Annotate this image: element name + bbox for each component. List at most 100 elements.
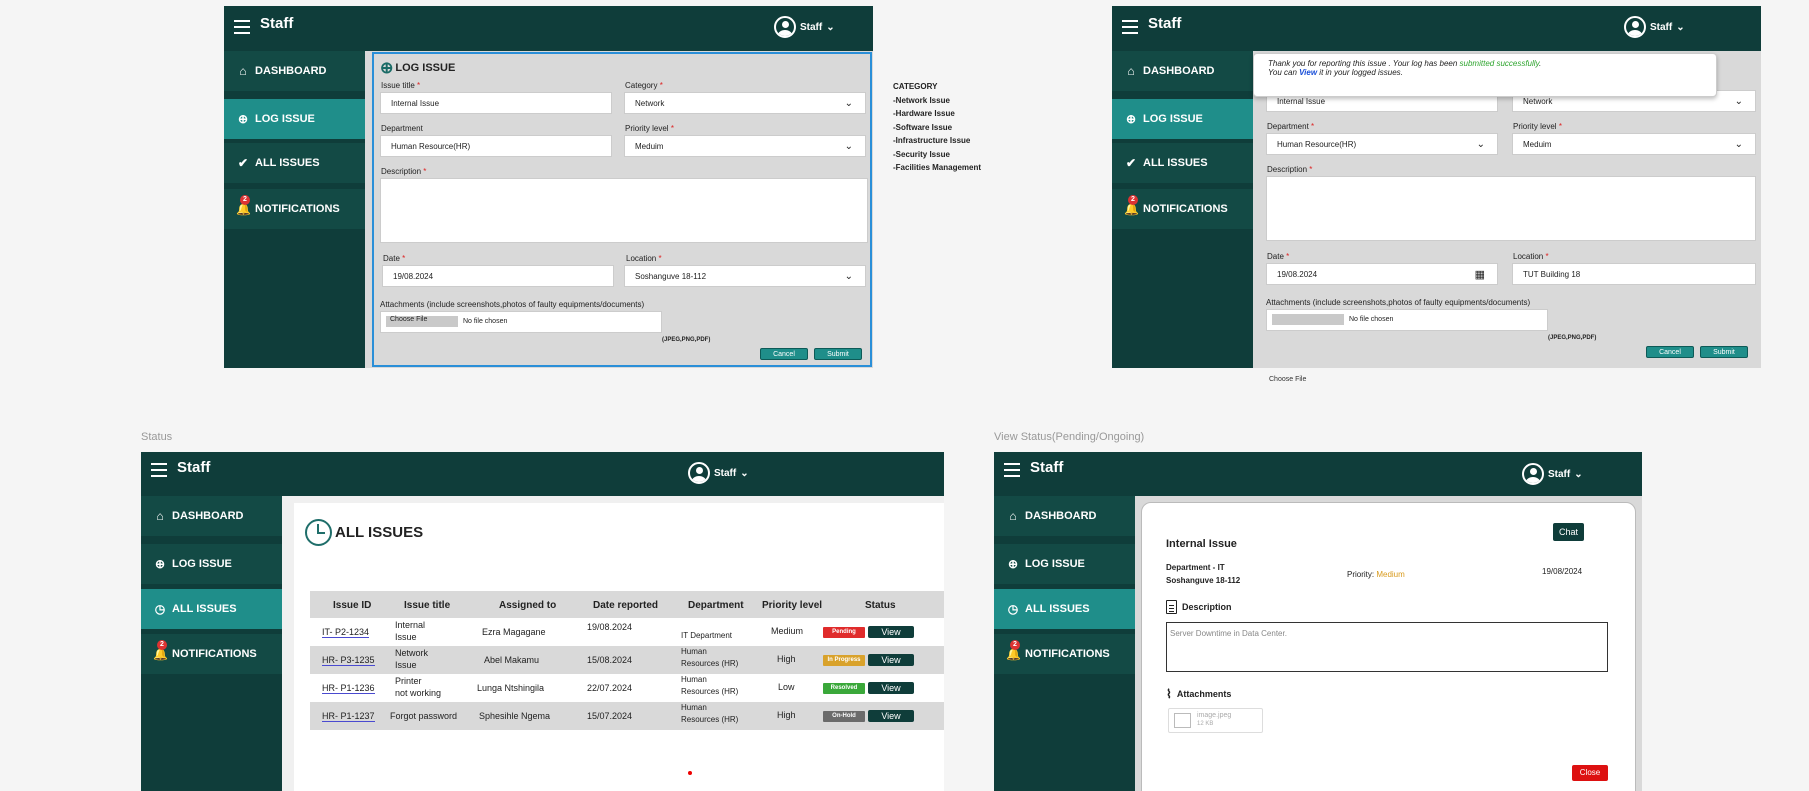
sidebar-item-label: NOTIFICATIONS: [1143, 203, 1228, 215]
top-bar: Staff Staff ⌄: [141, 452, 944, 496]
description-textarea[interactable]: [1266, 176, 1756, 241]
user-icon: [1522, 463, 1544, 485]
issue-title-cell: Printer: [395, 676, 422, 686]
issue-detail-card: Chat Internal Issue Department - IT Sosh…: [1141, 502, 1636, 791]
submit-button[interactable]: Submit: [814, 348, 862, 360]
submit-button[interactable]: Submit: [1700, 346, 1748, 358]
column-header: Issue ID: [333, 600, 372, 611]
calendar-icon[interactable]: ▦: [1475, 268, 1485, 281]
file-input[interactable]: Choose File No file chosen: [380, 311, 662, 333]
view-button[interactable]: View: [868, 682, 914, 694]
chevron-down-icon: ⌄: [1734, 139, 1743, 150]
issues-heading-text: ALL ISSUES: [335, 524, 424, 541]
sidebar-item-dashboard[interactable]: ⌂ DASHBOARD: [224, 51, 365, 91]
all-issues-screen: Staff Staff ⌄ ⌂ DASHBOARD ⊕ LOG ISSUE ◷ ALL…: [141, 452, 944, 791]
location-select[interactable]: Soshanguve 18-112 ⌄: [624, 265, 866, 287]
app-title: Staff: [177, 459, 211, 476]
file-input[interactable]: No file chosen: [1266, 309, 1548, 331]
no-file-text: No file chosen: [1349, 316, 1394, 323]
view-link[interactable]: View: [1299, 68, 1317, 77]
sidebar-item-label: NOTIFICATIONS: [1025, 648, 1110, 660]
cancel-button[interactable]: Cancel: [1646, 346, 1694, 358]
bell-icon: 🔔 2: [153, 640, 168, 661]
user-menu[interactable]: Staff ⌄: [1522, 463, 1583, 485]
department-cell: IT Department: [681, 631, 732, 640]
department-cell: Human: [681, 675, 707, 684]
user-icon: [774, 16, 796, 38]
sidebar-item-label: DASHBOARD: [255, 65, 327, 77]
sidebar-item-notifications[interactable]: 🔔 2 NOTIFICATIONS: [994, 634, 1135, 674]
sidebar-item-notifications[interactable]: 🔔 2 NOTIFICATIONS: [224, 189, 365, 229]
location-field[interactable]: TUT Building 18: [1512, 263, 1756, 285]
app-title: Staff: [260, 15, 294, 32]
issue-id-link[interactable]: IT- P2-1234: [322, 627, 370, 638]
priority-cell: Low: [778, 682, 795, 692]
view-button[interactable]: View: [868, 710, 914, 722]
sidebar-item-log-issue[interactable]: ⊕ LOG ISSUE: [1112, 99, 1253, 139]
sidebar: ⌂ DASHBOARD ⊕ LOG ISSUE ✔ ALL ISSUES 🔔 2 NOTI…: [224, 51, 365, 368]
issue-title-cell: Forgot password: [390, 711, 458, 721]
assigned-cell: Abel Makamu: [484, 655, 540, 665]
menu-icon[interactable]: [151, 463, 167, 477]
user-menu[interactable]: Staff ⌄: [774, 16, 835, 38]
sidebar-item-all-issues[interactable]: ✔ ALL ISSUES: [1112, 143, 1253, 183]
choose-file-button[interactable]: [1272, 314, 1344, 325]
sidebar-item-label: ALL ISSUES: [1143, 157, 1208, 169]
date-field[interactable]: 19/08.2024 ▦: [1266, 263, 1498, 285]
view-button[interactable]: View: [868, 626, 914, 638]
notification-badge: 2: [1010, 640, 1020, 650]
sidebar-item-log-issue[interactable]: ⊕ LOG ISSUE: [141, 544, 282, 584]
plus-circle-icon: ⊕: [380, 60, 394, 77]
description-textarea[interactable]: [380, 178, 868, 243]
chevron-down-icon: ⌄: [740, 467, 749, 479]
sidebar-item-all-issues[interactable]: ◷ ALL ISSUES: [994, 589, 1135, 629]
sidebar-item-dashboard[interactable]: ⌂ DASHBOARD: [141, 496, 282, 536]
paperclip-icon: ⌇: [1166, 687, 1172, 701]
issue-id-link[interactable]: HR- P1-1236: [322, 683, 375, 694]
priority-label: Priority level *: [1513, 122, 1562, 131]
chevron-down-icon: ⌄: [1734, 96, 1743, 107]
form-heading-text: LOG ISSUE: [395, 62, 456, 74]
department-field[interactable]: Human Resource(HR): [380, 135, 612, 157]
sidebar-item-log-issue[interactable]: ⊕ LOG ISSUE: [994, 544, 1135, 584]
issue-priority: Priority: Medium: [1347, 570, 1405, 579]
menu-icon[interactable]: [1122, 20, 1138, 34]
sidebar-item-dashboard[interactable]: ⌂ DASHBOARD: [1112, 51, 1253, 91]
choose-file-button[interactable]: Choose File: [386, 316, 458, 327]
sidebar-item-label: NOTIFICATIONS: [172, 648, 257, 660]
menu-icon[interactable]: [234, 20, 250, 34]
sidebar-item-all-issues[interactable]: ✔ ALL ISSUES: [224, 143, 365, 183]
user-menu[interactable]: Staff ⌄: [688, 462, 749, 484]
user-icon: [688, 462, 710, 484]
priority-select[interactable]: Meduim ⌄: [1512, 133, 1756, 155]
clock-icon: ◷: [154, 602, 166, 616]
issue-id-link[interactable]: HR- P1-1237: [322, 711, 375, 722]
view-button[interactable]: View: [868, 654, 914, 666]
sidebar-item-notifications[interactable]: 🔔 2 NOTIFICATIONS: [1112, 189, 1253, 229]
chevron-down-icon: ⌄: [844, 98, 853, 109]
user-menu[interactable]: Staff ⌄: [1624, 16, 1685, 38]
category-select[interactable]: Network ⌄: [624, 92, 866, 114]
sidebar-item-notifications[interactable]: 🔔 2 NOTIFICATIONS: [141, 634, 282, 674]
issue-title-field[interactable]: Internal Issue: [380, 92, 612, 114]
sidebar-item-dashboard[interactable]: ⌂ DASHBOARD: [994, 496, 1135, 536]
issues-heading: ALL ISSUES: [305, 519, 423, 546]
chat-button[interactable]: Chat: [1553, 523, 1584, 541]
issue-location: Soshanguve 18-112: [1166, 576, 1241, 585]
sidebar-item-log-issue[interactable]: ⊕ LOG ISSUE: [224, 99, 365, 139]
department-select[interactable]: Human Resource(HR) ⌄: [1266, 133, 1498, 155]
sidebar: ⌂ DASHBOARD ⊕ LOG ISSUE ◷ ALL ISSUES 🔔 2 NOTI…: [141, 496, 282, 791]
column-header: Assigned to: [499, 600, 557, 611]
cancel-button[interactable]: Cancel: [760, 348, 808, 360]
issue-id-link[interactable]: HR- P3-1235: [322, 655, 375, 666]
view-status-caption: View Status(Pending/Ongoing): [994, 431, 1145, 443]
top-bar: Staff Staff ⌄: [1112, 6, 1761, 51]
department-label: Department: [381, 124, 423, 133]
priority-select[interactable]: Meduim ⌄: [624, 135, 866, 157]
attachment-file[interactable]: image.jpeg 12 KB: [1168, 708, 1263, 733]
menu-icon[interactable]: [1004, 463, 1020, 477]
location-label: Location *: [626, 254, 662, 263]
close-button[interactable]: Close: [1572, 765, 1608, 781]
sidebar-item-all-issues[interactable]: ◷ ALL ISSUES: [141, 589, 282, 629]
date-field[interactable]: 19/08.2024: [382, 265, 614, 287]
